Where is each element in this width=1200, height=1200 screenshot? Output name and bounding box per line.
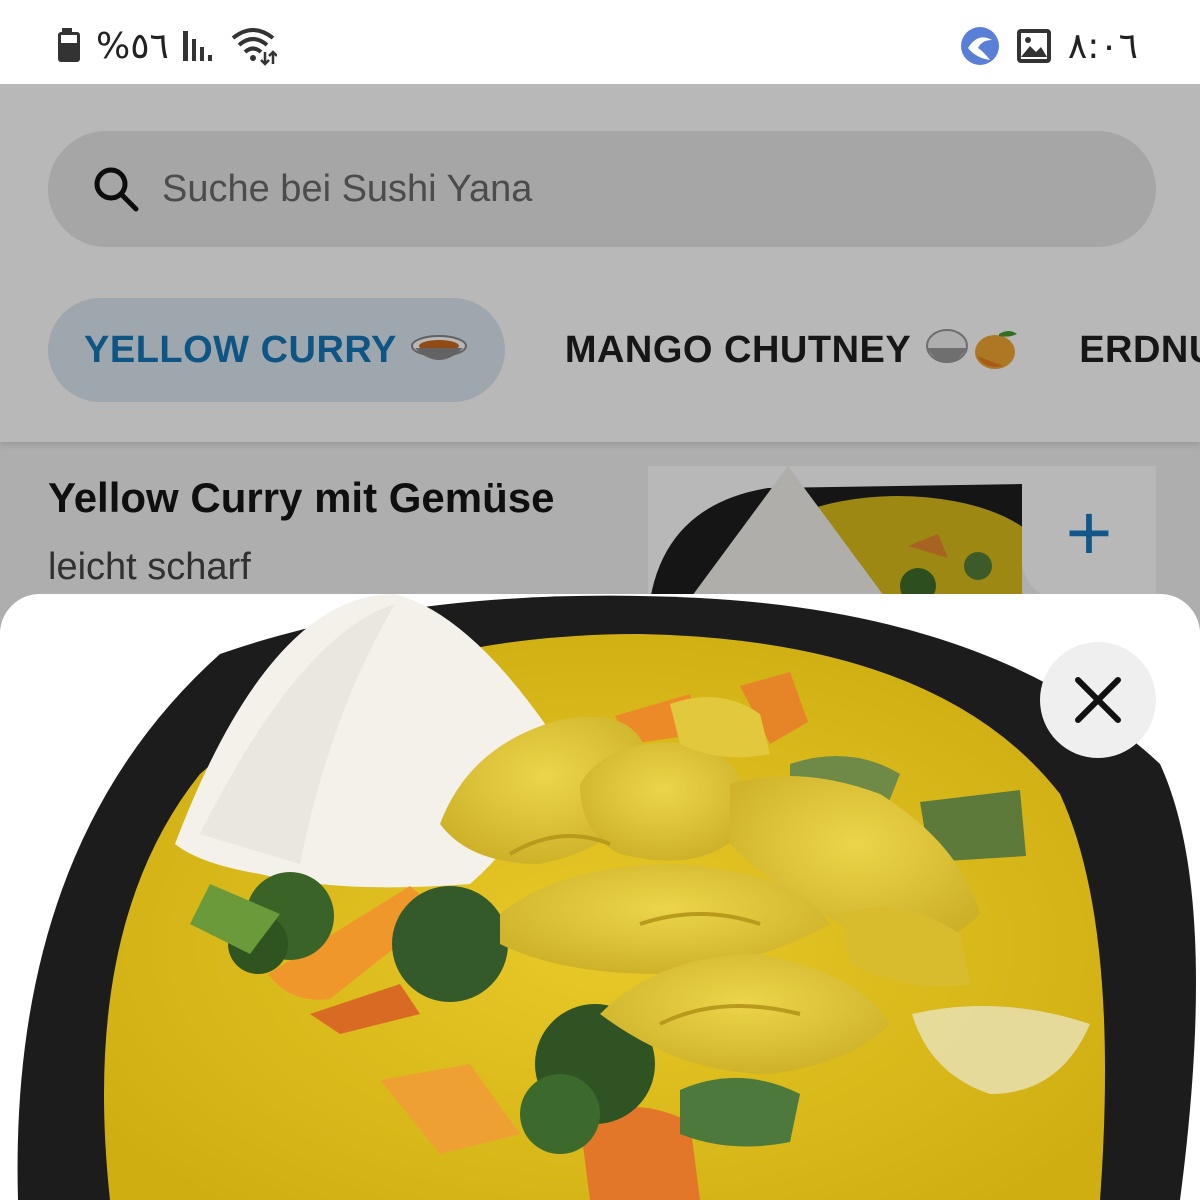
dish-detail-sheet [0,594,1200,1200]
status-bar: %٥٦ ٨:٠٦ [0,0,1200,84]
signal-icon [182,31,212,61]
status-time: ٨:٠٦ [1067,25,1138,67]
battery-percent: %٥٦ [96,25,169,67]
close-button[interactable] [1040,642,1156,758]
battery-icon [58,28,80,62]
status-right: ٨:٠٦ [960,24,1138,68]
app-icon [960,27,999,65]
close-icon [1075,677,1121,723]
status-left: %٥٦ [58,24,277,68]
wifi-icon [231,28,277,66]
dish-photo [0,594,1200,1200]
image-icon [1016,29,1051,63]
